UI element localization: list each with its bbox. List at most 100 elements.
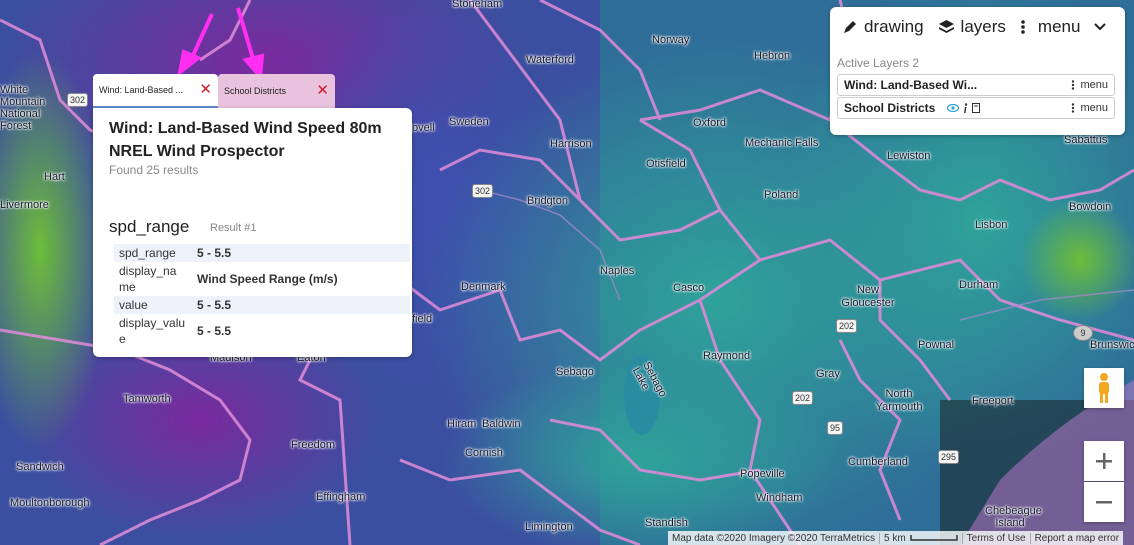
layer-row-school-districts[interactable]: School Districts menu (837, 97, 1115, 119)
place-label: Tamworth (123, 393, 171, 405)
attribute-value: 5 - 5.5 (197, 246, 232, 260)
table-row: display_na me Wind Speed Range (m/s) (114, 262, 410, 296)
report-error-link[interactable]: Report a map error (1029, 532, 1123, 544)
kebab-icon (1072, 80, 1075, 90)
place-label: Freedom (291, 439, 336, 451)
place-label: White Mountain National Forest (0, 84, 46, 132)
result-index: Result #1 (210, 222, 257, 234)
place-label: Stoneham (452, 0, 503, 10)
place-label: Bowdoin (1069, 201, 1112, 213)
attribute-value: 5 - 5.5 (197, 298, 232, 312)
field-heading: spd_range (109, 217, 190, 236)
layer-name: Wind: Land-Based Wi... (844, 78, 978, 92)
place-label: New Gloucester (841, 284, 895, 309)
street-view-pegman[interactable] (1084, 368, 1124, 408)
place-label: Gray (816, 368, 840, 380)
attribution-text: Map data ©2020 Imagery ©2020 TerraMetric… (672, 532, 875, 544)
kebab-icon (1021, 20, 1025, 34)
legend-book-icon[interactable] (972, 103, 981, 113)
layers-button[interactable]: layers (938, 17, 1006, 37)
place-label: Oxford (693, 117, 727, 129)
route-shield: 295 (938, 450, 960, 464)
zoom-out-button[interactable] (1084, 482, 1124, 522)
layer-menu-button[interactable]: menu (1071, 102, 1108, 114)
route-shield: 95 (827, 421, 844, 435)
place-label: Limington (525, 521, 573, 533)
panel-toolbar: drawing layers menu (842, 17, 1126, 37)
feature-info-popup: Wind: Land-Based Wind Speed 80m NREL Win… (93, 108, 412, 357)
menu-button[interactable]: menu (1020, 17, 1113, 37)
place-label: Sandwich (16, 461, 64, 473)
place-label: Waterford (526, 54, 574, 66)
place-label: Freeport (972, 395, 1014, 407)
active-layers-label: Active Layers 2 (837, 56, 920, 70)
place-label: Harrison (550, 138, 592, 150)
layer-menu-button[interactable]: menu (1071, 79, 1108, 91)
minus-icon (1096, 501, 1112, 504)
scale-line (909, 535, 958, 541)
route-shield: 9 (1073, 325, 1093, 341)
attribute-value: Wind Speed Range (m/s) (197, 272, 338, 286)
place-label: Popeville (740, 468, 785, 480)
zoom-in-button[interactable] (1084, 441, 1124, 481)
place-label: Sweden (449, 116, 489, 128)
place-label: Poland (764, 189, 799, 201)
place-label: North Yarmouth (875, 388, 923, 413)
table-row: display_valu e 5 - 5.5 (114, 314, 410, 348)
place-label: Naples (600, 265, 635, 277)
place-label: Sabattus (1064, 134, 1108, 146)
plus-icon (1096, 453, 1112, 469)
place-label: Moultonborough (10, 497, 90, 509)
place-label: Raymond (703, 350, 751, 362)
place-label: Norway (652, 34, 690, 46)
popup-title-line2: NREL Wind Prospector (109, 143, 285, 160)
scale-bar[interactable]: 5 km (878, 532, 962, 544)
layer-menu-label: menu (1080, 102, 1108, 114)
results-count: Found 25 results (109, 163, 199, 177)
attribute-key: display_valu e (119, 316, 186, 346)
place-label: field (412, 313, 433, 325)
place-label: Livermore (0, 199, 49, 211)
attribute-value: 5 - 5.5 (197, 324, 232, 338)
route-shield: 302 (67, 93, 89, 107)
popup-tabs: Wind: Land-Based ... ✕ School Districts … (93, 74, 335, 108)
place-label: Lisbon (975, 219, 1008, 231)
place-label: Durham (959, 279, 999, 291)
tab-wind[interactable]: Wind: Land-Based ... ✕ (93, 74, 218, 108)
info-icon[interactable] (963, 102, 968, 114)
route-shield: 202 (836, 319, 858, 333)
close-icon[interactable]: ✕ (199, 82, 212, 97)
close-icon[interactable]: ✕ (316, 83, 329, 98)
table-row: value 5 - 5.5 (114, 296, 410, 314)
popup-title: Wind: Land-Based Wind Speed 80m NREL Win… (109, 117, 399, 163)
layer-menu-label: menu (1080, 79, 1108, 91)
place-label: Hebron (754, 50, 791, 62)
tab-label: School Districts (224, 86, 287, 96)
layer-row-wind[interactable]: Wind: Land-Based Wi... menu (837, 74, 1115, 96)
attribute-key: value (119, 298, 148, 312)
layer-name: School Districts (844, 101, 936, 115)
visibility-eye-icon[interactable] (947, 104, 960, 112)
popup-title-line1: Wind: Land-Based Wind Speed 80m (109, 120, 382, 137)
tab-label: Wind: Land-Based ... (99, 85, 184, 95)
place-label: Cornish (465, 447, 503, 459)
kebab-icon (1072, 103, 1075, 113)
place-label: Cumberland (848, 456, 908, 468)
place-label: Bridgton (527, 195, 568, 207)
route-shield: 302 (472, 184, 494, 198)
place-label: Casco (673, 282, 705, 294)
place-label: Mechanic Falls (745, 137, 819, 149)
menu-label: menu (1037, 17, 1081, 36)
attribute-key: display_na me (119, 264, 177, 294)
place-label: Effingham (316, 491, 366, 503)
terms-link[interactable]: Terms of Use (961, 532, 1030, 544)
layers-label: layers (960, 17, 1006, 36)
layers-icon (938, 20, 954, 33)
drawing-button[interactable]: drawing (842, 17, 924, 37)
tab-school-districts[interactable]: School Districts ✕ (218, 74, 335, 108)
route-shield: 202 (792, 391, 814, 405)
layer-icons (947, 102, 981, 114)
place-label: Baldwin (482, 418, 521, 430)
map-attribution: Map data ©2020 Imagery ©2020 TerraMetric… (668, 531, 1124, 545)
place-label: Chebeague Island (985, 505, 1042, 529)
